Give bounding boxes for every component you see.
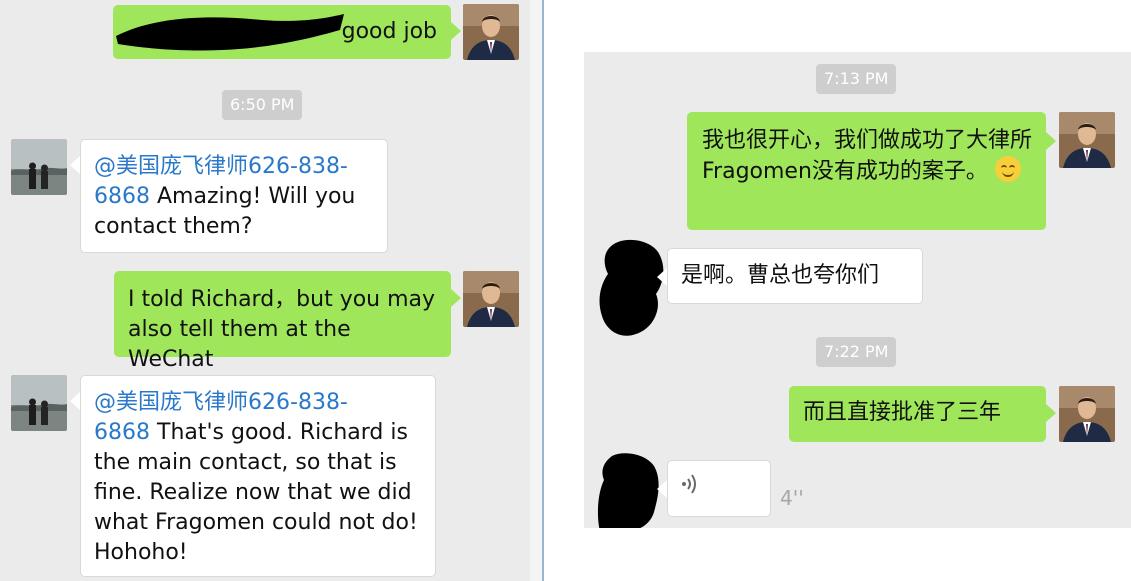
mention-label[interactable]: @美国庞飞律师 [94, 390, 248, 415]
phone-link[interactable]: 626-838- [248, 154, 348, 179]
bubble-tail [657, 480, 667, 498]
contact-avatar-photo[interactable] [11, 139, 67, 195]
message-bubble-sent[interactable]: I told Richard，but you may also tell the… [114, 271, 451, 372]
redaction-scribble [116, 14, 344, 51]
phone-link[interactable]: 6868 [94, 420, 150, 445]
voice-message-bubble[interactable] [667, 460, 771, 517]
lawyer-avatar[interactable] [463, 4, 519, 60]
bubble-tail [70, 156, 80, 174]
message-bubble-received[interactable]: 是啊。曹总也夸你们 [667, 248, 923, 304]
mention-label[interactable]: @美国庞飞律师 [94, 154, 248, 179]
contact-avatar-photo[interactable] [11, 375, 67, 431]
left-chat-panel: good job 6:50 PM @美国庞飞律师626-838- 6868 Am… [0, 0, 530, 581]
lawyer-avatar[interactable] [1059, 112, 1115, 168]
timestamp: 7:13 PM [816, 64, 897, 94]
message-text: good job [341, 19, 437, 44]
timestamp: 6:50 PM [222, 90, 303, 120]
message-text: 我也很开心，我们做成功了大律所Fragomen没有成功的案子。 [702, 128, 1033, 184]
message-text: 是啊。曹总也夸你们 [681, 263, 880, 288]
bubble-tail [1046, 132, 1056, 150]
smile-emoji-icon [994, 156, 1021, 182]
message-bubble-sent[interactable]: 我也很开心，我们做成功了大律所Fragomen没有成功的案子。 [687, 112, 1046, 230]
message-bubble-received[interactable]: @美国庞飞律师626-838- 6868 Amazing! Will you c… [80, 139, 388, 253]
redacted-avatar [596, 452, 662, 528]
phone-link[interactable]: 6868 [94, 184, 150, 209]
voice-duration: 4'' [780, 486, 804, 510]
phone-link[interactable]: 626-838- [248, 390, 348, 415]
bubble-tail [657, 268, 667, 286]
lawyer-avatar[interactable] [1059, 386, 1115, 442]
message-text: I told Richard，but you may also tell the… [128, 287, 436, 372]
bubble-tail [451, 289, 461, 307]
redacted-avatar [596, 238, 666, 340]
lawyer-avatar[interactable] [463, 271, 519, 327]
voice-wave-icon [680, 474, 700, 500]
message-text: 而且直接批准了三年 [803, 400, 1002, 425]
bubble-tail [451, 22, 461, 40]
message-bubble-received[interactable]: @美国庞飞律师626-838- 6868 That's good. Richar… [80, 375, 436, 577]
timestamp: 7:22 PM [816, 337, 897, 367]
bubble-tail [70, 392, 80, 410]
right-chat-panel: 7:13 PM 我也很开心，我们做成功了大律所Fragomen没有成功的案子。 … [584, 52, 1131, 528]
bubble-tail [1046, 404, 1056, 422]
message-bubble-sent[interactable]: 而且直接批准了三年 [789, 386, 1046, 442]
